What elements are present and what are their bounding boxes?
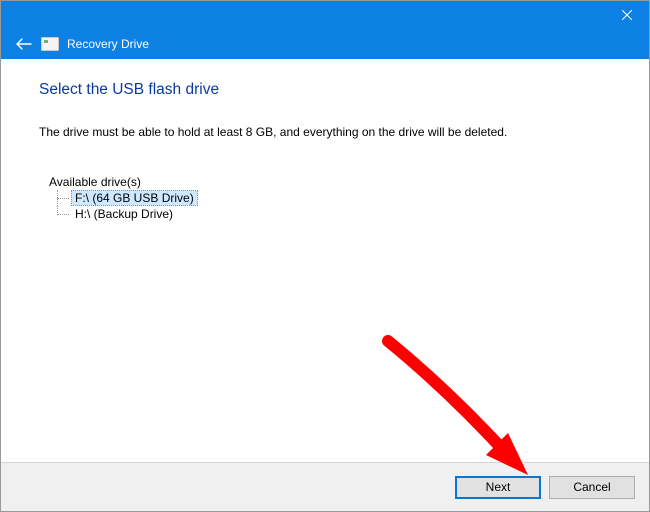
subheader: Recovery Drive xyxy=(1,29,649,59)
back-arrow-icon xyxy=(16,38,32,50)
page-heading: Select the USB flash drive xyxy=(39,81,611,99)
drive-item[interactable]: H:\ (Backup Drive) xyxy=(71,206,177,222)
cancel-button[interactable]: Cancel xyxy=(549,476,635,499)
recovery-drive-icon xyxy=(41,37,59,51)
drive-item-row: H:\ (Backup Drive) xyxy=(53,206,611,222)
wizard-window: Recovery Drive Select the USB flash driv… xyxy=(0,0,650,512)
close-icon xyxy=(622,10,632,20)
tree-connector-icon xyxy=(53,206,71,222)
drives-list-label: Available drive(s) xyxy=(49,175,611,189)
drive-item-row: F:\ (64 GB USB Drive) xyxy=(53,190,611,206)
next-button[interactable]: Next xyxy=(455,476,541,499)
page-description: The drive must be able to hold at least … xyxy=(39,125,611,139)
drives-list: F:\ (64 GB USB Drive) H:\ (Backup Drive) xyxy=(53,190,611,222)
content-area: Select the USB flash drive The drive mus… xyxy=(1,59,649,462)
close-button[interactable] xyxy=(604,1,649,29)
titlebar xyxy=(1,1,649,29)
drive-item[interactable]: F:\ (64 GB USB Drive) xyxy=(71,190,198,206)
app-title: Recovery Drive xyxy=(67,38,149,50)
footer: Next Cancel xyxy=(1,462,649,511)
back-button[interactable] xyxy=(15,35,33,53)
tree-connector-icon xyxy=(53,190,71,206)
